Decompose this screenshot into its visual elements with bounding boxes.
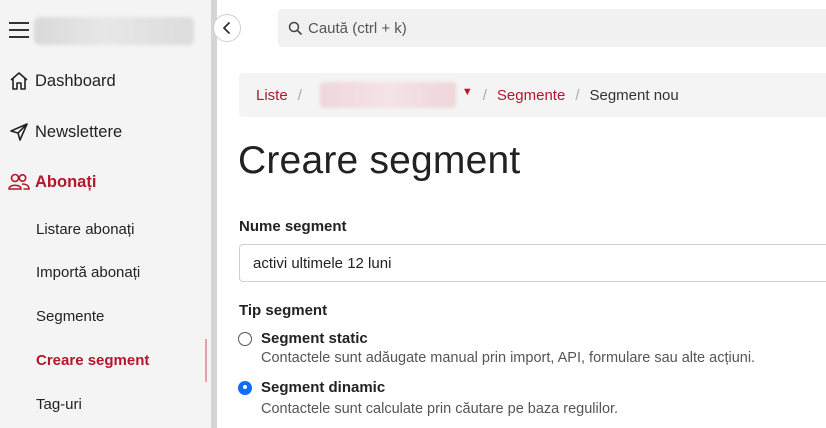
active-indicator — [205, 339, 207, 382]
sidebar: Dashboard Newslettere Abonați Listare ab… — [0, 0, 211, 428]
users-icon — [8, 171, 30, 193]
breadcrumb: Liste / ▼ / Segmente / Segment nou — [239, 73, 826, 117]
sidebar-scrollbar[interactable] — [211, 0, 217, 428]
breadcrumb-separator: / — [297, 86, 302, 104]
chevron-left-icon — [223, 22, 230, 34]
radio-static-description: Contactele sunt adăugate manual prin imp… — [261, 350, 756, 366]
segment-name-label: Nume segment — [239, 218, 347, 235]
breadcrumb-separator: / — [482, 86, 487, 104]
search-bar[interactable] — [278, 9, 826, 47]
page-title: Creare segment — [238, 139, 521, 182]
segment-name-input[interactable] — [239, 244, 826, 282]
caret-down-icon[interactable]: ▼ — [462, 86, 473, 98]
breadcrumb-list-name[interactable] — [319, 82, 456, 108]
radio-static[interactable] — [238, 331, 252, 346]
nav-item-dashboard[interactable]: Dashboard — [8, 67, 116, 95]
segment-type-label: Tip segment — [239, 302, 328, 319]
sub-item-tag-uri[interactable]: Tag-uri — [36, 391, 82, 417]
home-icon — [8, 70, 30, 92]
sub-item-segmente[interactable]: Segmente — [36, 303, 104, 329]
nav-label: Abonați — [35, 172, 97, 191]
breadcrumb-current: Segment nou — [589, 86, 679, 104]
hamburger-menu-icon[interactable] — [9, 22, 29, 38]
nav-item-newslettere[interactable]: Newslettere — [8, 118, 122, 146]
radio-static-title: Segment static — [261, 330, 368, 347]
radio-dynamic[interactable] — [238, 380, 252, 395]
radio-option-dynamic[interactable]: Segment dinamic — [238, 379, 385, 396]
collapse-sidebar-button[interactable] — [213, 14, 241, 42]
sub-item-listare-abonati[interactable]: Listare abonați — [36, 216, 134, 242]
breadcrumb-liste[interactable]: Liste — [256, 87, 288, 104]
radio-dynamic-description: Contactele sunt calculate prin căutare p… — [261, 401, 619, 417]
send-icon — [8, 121, 30, 143]
search-input[interactable] — [308, 19, 708, 37]
nav-label: Dashboard — [35, 71, 116, 90]
radio-dynamic-title: Segment dinamic — [261, 379, 386, 396]
breadcrumb-separator: / — [575, 86, 580, 104]
radio-option-static[interactable]: Segment static — [238, 330, 368, 347]
sub-item-creare-segment[interactable]: Creare segment — [36, 347, 149, 373]
nav-item-abonati[interactable]: Abonați — [8, 168, 96, 196]
search-icon — [288, 21, 302, 35]
nav-label: Newslettere — [35, 122, 123, 141]
breadcrumb-segmente[interactable]: Segmente — [497, 87, 565, 104]
sub-item-importa-abonati[interactable]: Importă abonați — [36, 259, 140, 285]
brand-logo — [34, 17, 194, 45]
